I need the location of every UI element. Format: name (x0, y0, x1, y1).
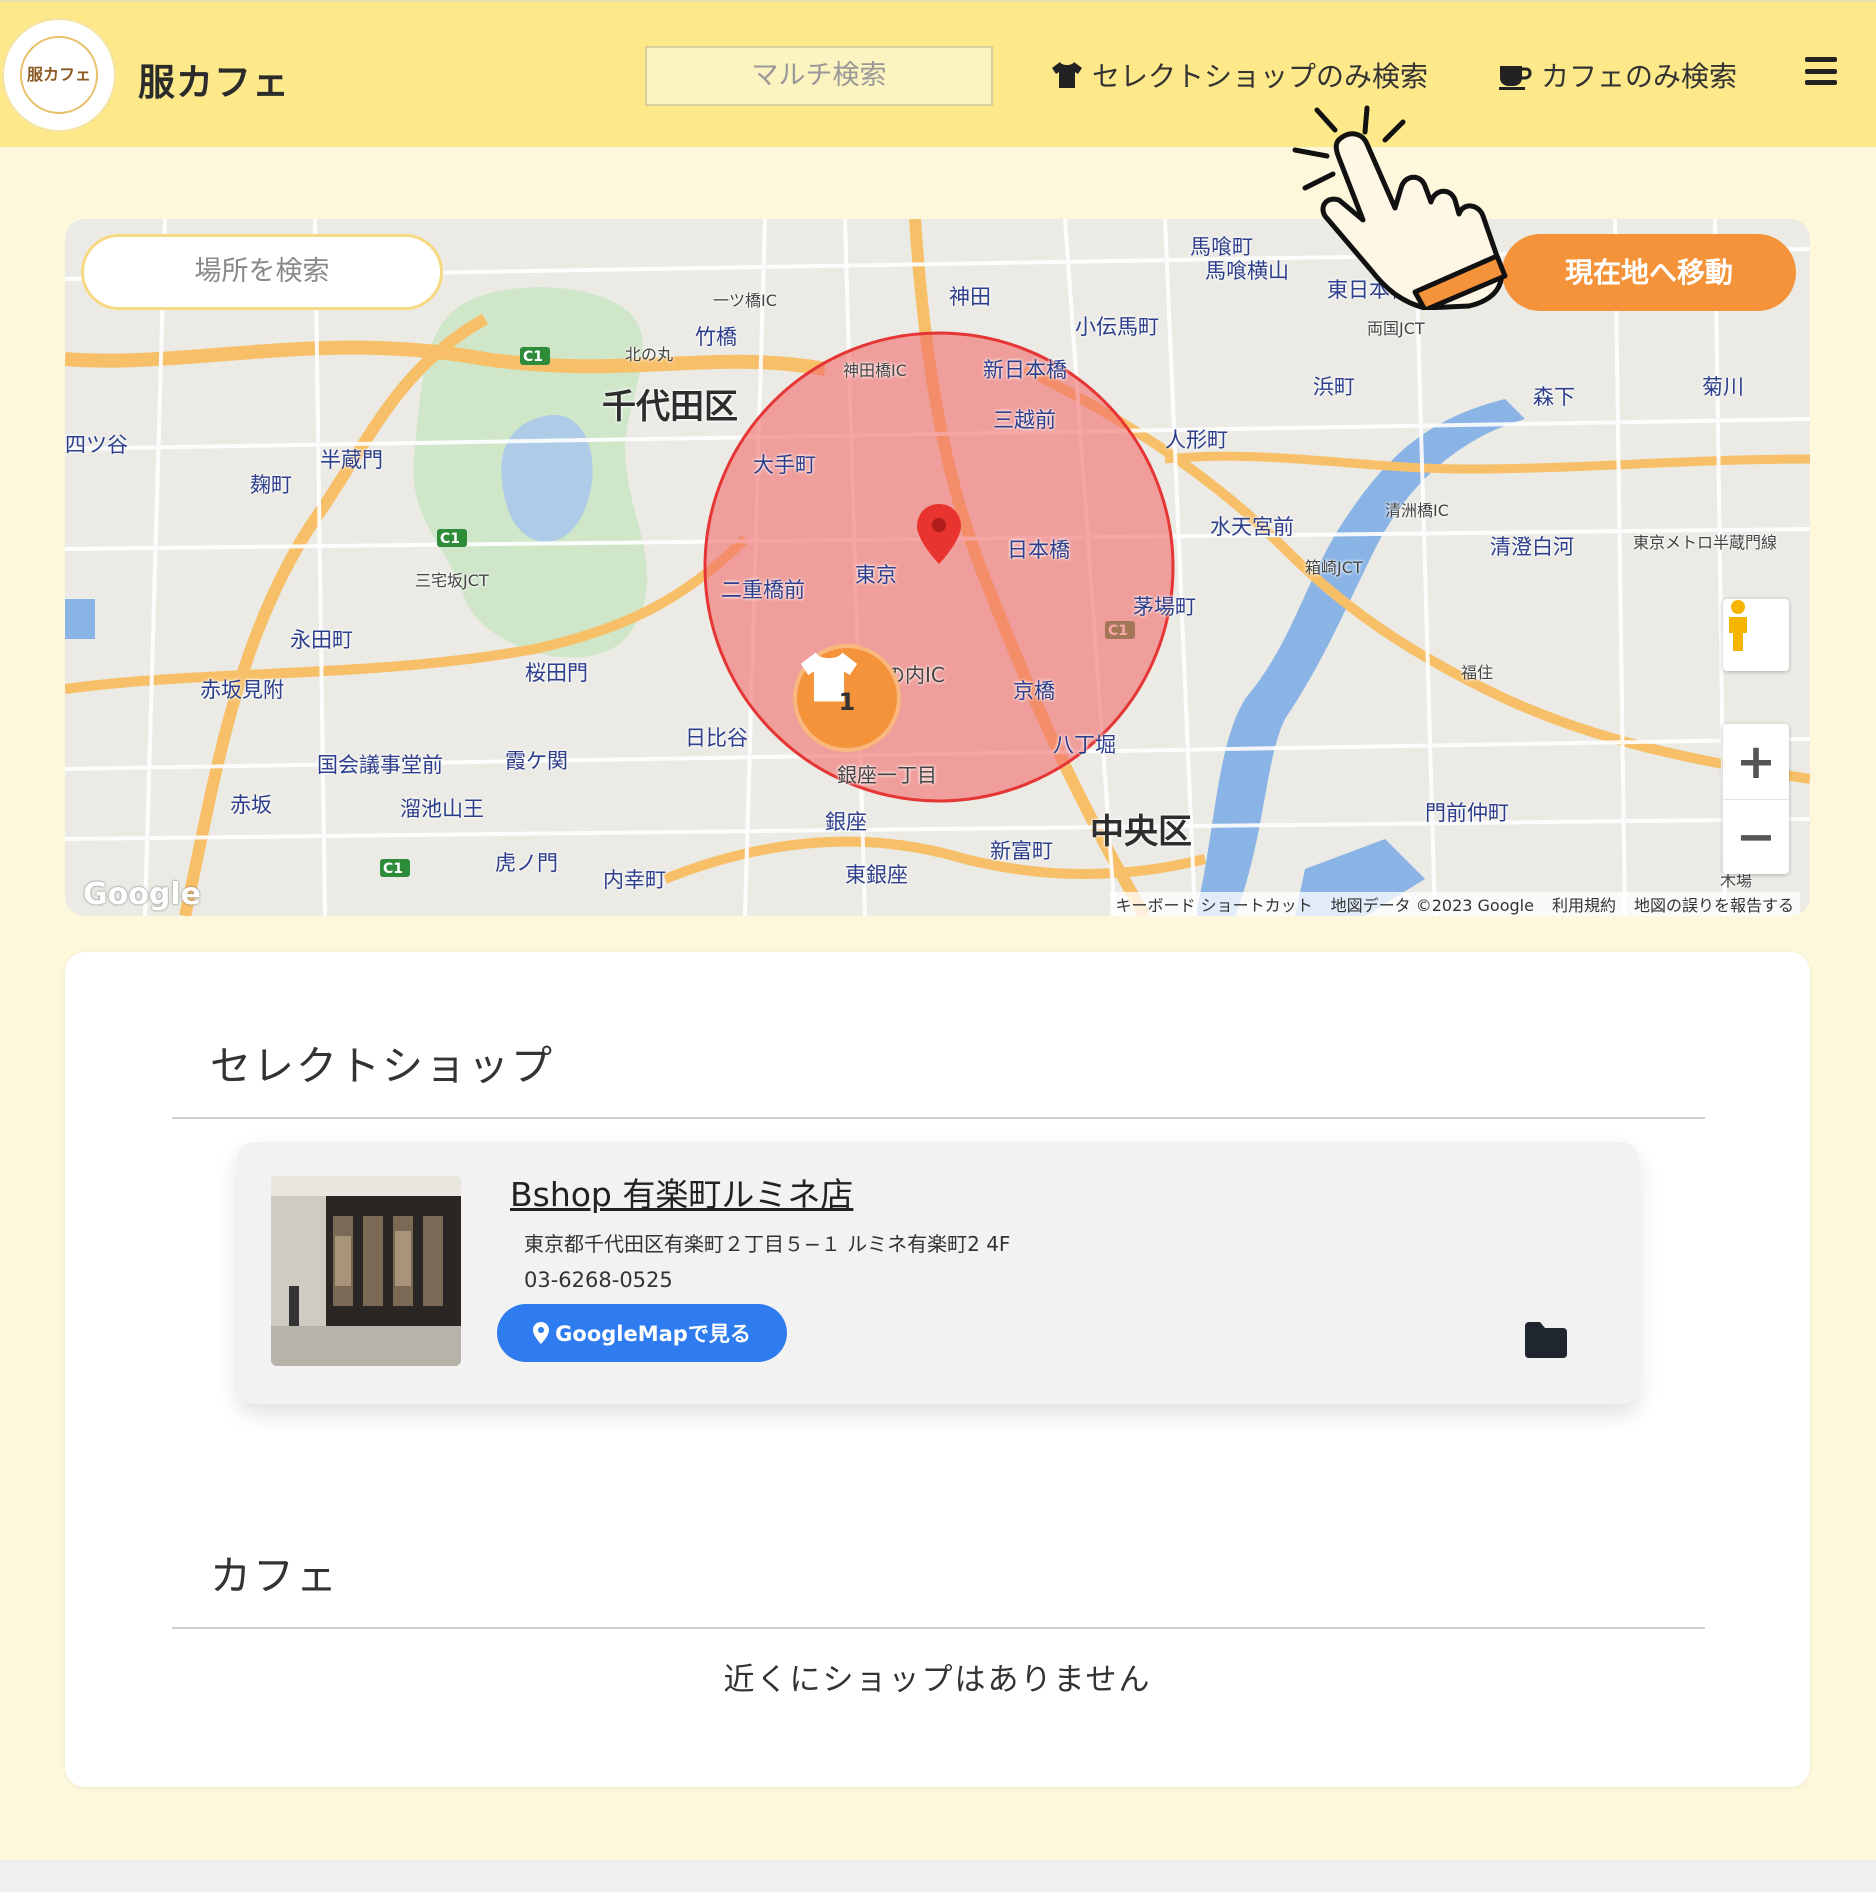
map-data-text: 地図データ ©2023 Google (1330, 896, 1534, 915)
map-label-kojimachi: 麹町 (250, 473, 292, 497)
map-label-kyobashi: 京橋 (1013, 679, 1055, 703)
google-map-button-label: GoogleMapで見る (555, 1322, 751, 1346)
map-label-uchisaiwaicho: 内幸町 (603, 868, 666, 892)
map-label-nagatacho: 永田町 (290, 628, 353, 652)
nav-cafe-label: カフェのみ検索 (1541, 60, 1738, 93)
map-label-hamacho: 浜町 (1313, 375, 1355, 399)
no-shops-message: 近くにショップはありません (723, 1662, 1152, 1698)
map-label-chuo: 中央区 (1090, 812, 1192, 852)
keyboard-shortcuts-link[interactable]: キーボード ショートカット (1116, 892, 1313, 916)
map-label-tameike: 溜池山王 (400, 797, 484, 821)
place-search-input[interactable]: 場所を検索 (81, 234, 443, 310)
map-label-shintomicho: 新富町 (990, 839, 1053, 863)
hamburger-menu-icon[interactable] (1805, 57, 1837, 85)
shop-photo[interactable] (271, 1176, 461, 1366)
map-label-kandabashi-ic: 神田橋IC (843, 361, 907, 380)
map-label-hanzomon-line: 東京メトロ半蔵門線 (1633, 533, 1778, 552)
svg-text:C1: C1 (440, 531, 460, 547)
map-label-kiyosumi: 清澄白河 (1490, 535, 1574, 559)
app-header: 服カフェ 服カフェ マルチ検索 セレクトショップのみ検索 カフェのみ検索 (0, 0, 1876, 147)
map-label-kiyosubashi-ic: 清洲橋IC (1385, 501, 1449, 520)
map-label-morishita: 森下 (1533, 385, 1575, 409)
brand-title[interactable]: 服カフェ (138, 52, 290, 106)
map-label-nihonbashi: 日本橋 (1007, 538, 1070, 562)
map-label-akasaka: 赤坂 (230, 793, 272, 817)
map-label-hitotsubashi-ic: 一ツ橋IC (713, 291, 777, 310)
map-label-miyakezaka: 三宅坂JCT (415, 571, 489, 590)
map-label-hatchobori: 八丁堀 (1053, 733, 1116, 757)
map-label-fukagawa: 福住 (1461, 663, 1494, 682)
multi-search-input[interactable]: マルチ検索 (645, 46, 993, 106)
map-canvas[interactable]: C1 C1 C1 C1 (65, 219, 1810, 916)
map-label-suitengumae: 水天宮前 (1210, 515, 1294, 539)
shop-card[interactable]: Bshop 有楽町ルミネ店 東京都千代田区有楽町２丁目５−１ ルミネ有楽町2 4… (237, 1142, 1639, 1404)
map-label-sakuradamon: 桜田門 (525, 661, 588, 685)
map-label-ginza1: 銀座一丁目 (837, 763, 937, 787)
map-label-toranomon: 虎ノ門 (495, 851, 558, 875)
logo-text: 服カフェ (20, 36, 98, 114)
map-label-otemachi: 大手町 (753, 453, 816, 477)
map-label-kokkai: 国会議事堂前 (317, 753, 443, 777)
folder-icon[interactable] (1523, 1320, 1569, 1360)
section-divider (172, 1627, 1705, 1629)
pointing-hand-icon (1292, 105, 1508, 310)
map-label-yotsuya: 四ツ谷 (65, 433, 128, 457)
google-logo: Google (83, 877, 201, 912)
move-to-current-location-button[interactable]: 現在地へ移動 (1502, 234, 1796, 311)
svg-text:C1: C1 (523, 349, 543, 365)
tshirt-icon (1052, 62, 1082, 88)
shop-phone: 03-6268-0525 (524, 1268, 673, 1292)
map-label-mitsukoshimae: 三越前 (993, 408, 1056, 432)
map-label-chiyoda: 千代田区 (602, 387, 738, 427)
google-map[interactable]: C1 C1 C1 C1 千代田区 中央区 東京 神田 大手町 日本橋 三越前 京… (65, 219, 1810, 916)
map-label-hanzomon: 半蔵門 (320, 448, 383, 472)
map-label-takebashi: 竹橋 (695, 325, 737, 349)
shop-name-link[interactable]: Bshop 有楽町ルミネ店 (510, 1168, 853, 1216)
svg-text:C1: C1 (383, 861, 403, 877)
map-label-hibiya: 日比谷 (685, 726, 748, 750)
google-map-button[interactable]: GoogleMapで見る (497, 1304, 787, 1362)
map-marker-icon (533, 1322, 550, 1344)
report-error-link[interactable]: 地図の誤りを報告する (1634, 892, 1794, 916)
zoom-out-button[interactable]: − (1723, 799, 1789, 874)
map-label-ryogoku-jct: 両国JCT (1367, 319, 1425, 338)
nav-cafe-search[interactable]: カフェのみ検索 (1497, 55, 1737, 95)
page-footer (0, 1860, 1876, 1892)
section-divider (172, 1117, 1705, 1119)
map-label-shinnihonbashi: 新日本橋 (983, 358, 1067, 382)
map-attribution: キーボード ショートカット 地図データ ©2023 Google 利用規約 地図… (1109, 892, 1800, 916)
map-label-hakozaki-jct: 箱崎JCT (1305, 558, 1363, 577)
map-label-nijubashimae: 二重橋前 (721, 578, 805, 602)
street-view-pegman-icon[interactable] (1723, 599, 1789, 671)
map-label-ginza: 銀座 (825, 810, 867, 834)
map-label-higashiginza: 東銀座 (845, 863, 908, 887)
map-label-kitanomaru: 北の丸 (625, 345, 674, 364)
map-label-kasumigaseki: 霞ケ関 (505, 749, 568, 773)
map-label-kayabacho: 茅場町 (1133, 595, 1196, 619)
zoom-in-button[interactable]: + (1723, 724, 1789, 799)
zoom-control: + − (1723, 724, 1789, 874)
map-label-kikukawa: 菊川 (1702, 375, 1744, 399)
cafe-section-title: カフェ (210, 1552, 339, 1600)
shop-cluster-marker[interactable]: 1 (793, 644, 901, 752)
map-label-kodenmacho: 小伝馬町 (1075, 315, 1159, 339)
shop-address: 東京都千代田区有楽町２丁目５−１ ルミネ有楽町2 4F (524, 1232, 1011, 1256)
map-label-kanda: 神田 (949, 285, 991, 309)
map-label-monzen: 門前仲町 (1425, 801, 1509, 825)
map-label-akasakamitsuke: 赤坂見附 (200, 678, 284, 702)
app-logo[interactable]: 服カフェ (2, 18, 116, 132)
map-label-ningyocho: 人形町 (1165, 428, 1228, 452)
terms-link[interactable]: 利用規約 (1552, 892, 1616, 916)
cluster-count: 1 (838, 688, 856, 716)
results-panel: セレクトショップ Bshop 有楽町ルミネ店 東京都千代田区有楽町２丁目５−１ … (65, 952, 1810, 1787)
select-shop-section-title: セレクトショップ (210, 1042, 554, 1090)
map-label-tokyo: 東京 (855, 563, 897, 587)
